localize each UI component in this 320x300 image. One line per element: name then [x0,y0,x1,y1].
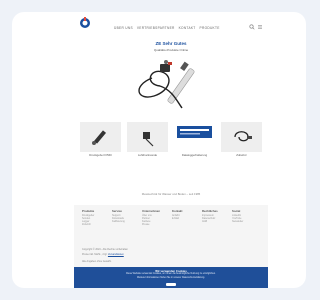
web-page: ÜBER UNS VERTRIEBSPARTNER KONTAKT PRODUK… [74,12,268,288]
footer-link[interactable]: Newsletter [232,220,258,223]
price-note: Preise inkl. MwSt., zzgl. Versandkosten [82,253,124,256]
footer-link[interactable]: AGB [202,220,228,223]
cable-icon [234,131,252,142]
product-grid: Druckgeber FI560 Luftdrucksonde Datalogg… [80,122,262,172]
search-icon[interactable] [249,24,255,30]
copyright-text: Copyright © 2024 - Alle Rechte vorbehalt… [82,248,129,251]
product-label[interactable]: Druckgeber FI560 [80,153,121,157]
menu-icon[interactable] [257,24,263,30]
footer-column: Rechtliches Impressum Datenschutz AGB [202,209,228,223]
product-image [221,122,262,152]
footer-heading: Kontakt [172,209,183,213]
footer-column: Service Support Downloads Kalibrierung [112,209,138,223]
product-image [127,122,168,152]
nav-item[interactable]: VERTRIEBSPARTNER [137,26,175,30]
footer-column: Produkte Druckgeber Sonden Logger Zubehö… [82,209,108,226]
site-header: ÜBER UNS VERTRIEBSPARTNER KONTAKT PRODUK… [74,12,268,36]
product-tile[interactable]: Zubehör [221,122,262,172]
cookie-text: Weitere Informationen finden Sie in unse… [137,277,205,279]
footer-column: Unternehmen Über uns Partner Karriere Pr… [142,209,168,226]
hero-title: ZE Sehr Gutes [155,41,187,46]
product-image [174,122,215,152]
cookie-banner: Wir verwenden Cookies Diese Website verw… [74,267,268,288]
brand-badge-icon [177,126,212,138]
nav-item[interactable]: PRODUKTE [200,26,220,30]
product-label[interactable]: Dataloggerhalterung [174,153,215,157]
cookie-accept-button[interactable] [166,283,176,286]
product-tile[interactable]: Druckgeber FI560 [80,122,121,172]
probe-icon [143,132,154,147]
nav-item[interactable]: KONTAKT [179,26,196,30]
preview-card: ÜBER UNS VERTRIEBSPARTNER KONTAKT PRODUK… [12,12,306,288]
footer-heading: Service [112,209,122,213]
footer-heading: Produkte [82,209,95,213]
hero-product-image [138,60,195,109]
footer-column: Kontakt Anfahrt E-Mail [172,209,198,220]
hero-subtitle: Qualitäts-Produkte Online [153,48,189,52]
footer-heading: Unternehmen [142,209,161,213]
logo-icon[interactable] [79,17,91,29]
product-tile[interactable]: Luftdrucksonde [127,122,168,172]
product-image [80,122,121,152]
footer-link[interactable]: Kalibrierung [112,220,138,223]
sensor-icon [92,130,107,145]
footer-link[interactable]: Zubehör [82,223,108,226]
footer-heading: Rechtliches [202,209,218,213]
shipping-link[interactable]: Versandkosten [108,253,124,256]
main-nav: ÜBER UNS VERTRIEBSPARTNER KONTAKT PRODUK… [114,26,220,30]
tagline: Messtechnik für Wasser und Boden – seit … [141,192,201,196]
footer-column: Social LinkedIn YouTube Newsletter [232,209,258,223]
cookie-text: Diese Website verwendet Cookies, um Ihne… [126,273,216,275]
disclaimer-text: Alle Angaben ohne Gewähr. [82,260,112,263]
nav-item[interactable]: ÜBER UNS [114,26,133,30]
footer-link[interactable]: Presse [142,223,168,226]
footer-link[interactable]: E-Mail [172,217,198,220]
product-label[interactable]: Zubehör [221,153,262,157]
product-label[interactable]: Luftdrucksonde [127,153,168,157]
product-tile[interactable]: Dataloggerhalterung [174,122,215,172]
price-note-text: Preise inkl. MwSt., zzgl. [82,253,108,256]
footer-heading: Social [232,209,241,213]
